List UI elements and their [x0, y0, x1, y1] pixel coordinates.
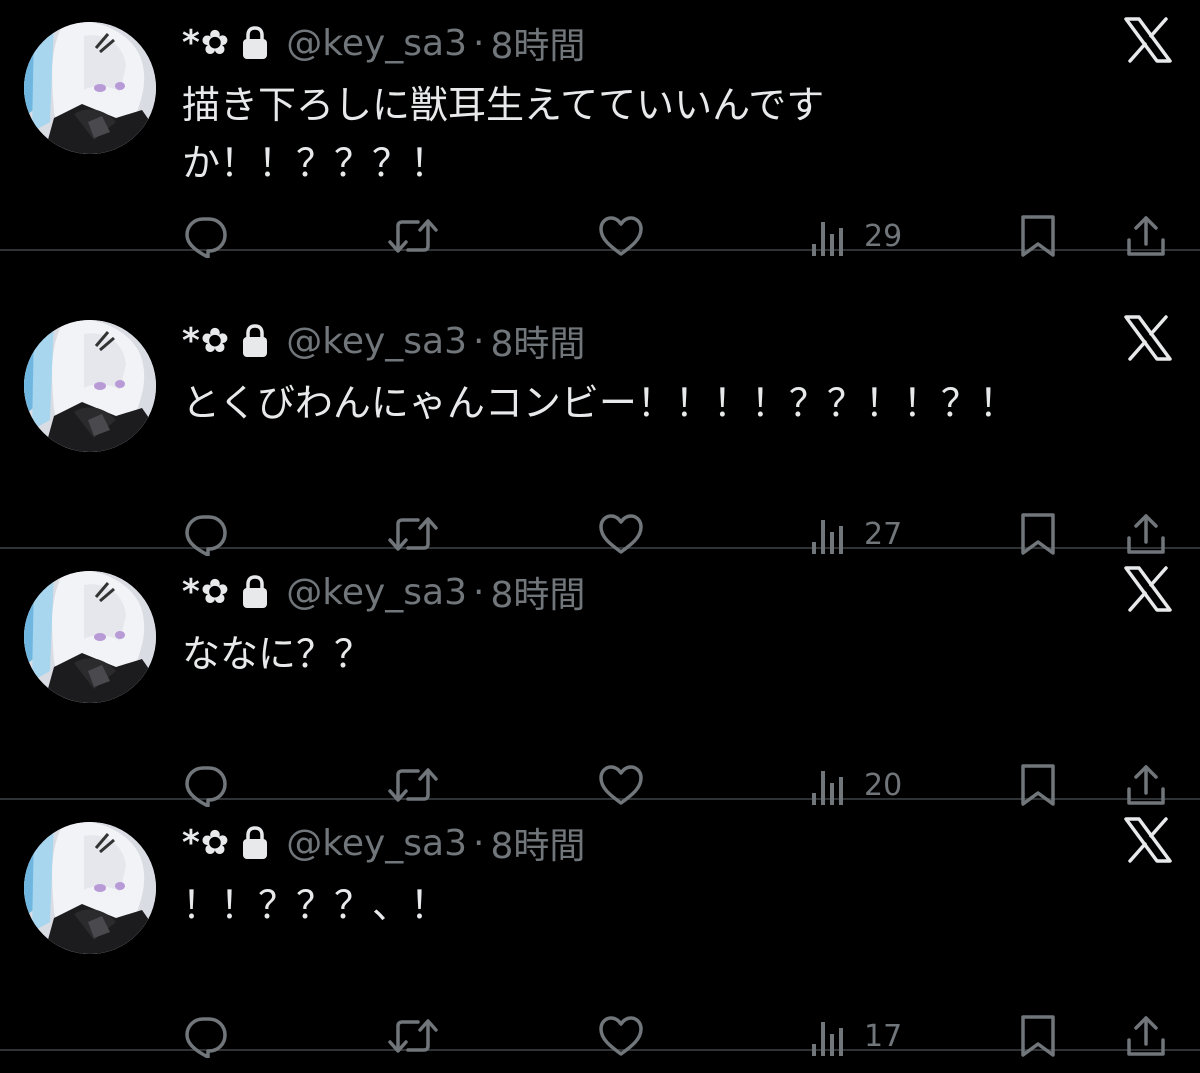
user-handle[interactable]: @key_sa3: [286, 823, 467, 864]
views-button[interactable]: 17: [810, 1010, 902, 1062]
avatar-image: [24, 22, 156, 154]
tweet[interactable]: *✿ @key_sa3 · 8時間 ななに？？ 20: [0, 549, 1200, 807]
tweet-text: 描き下ろしに獣耳生えてていいんです か！！？？？！: [182, 83, 825, 185]
reply-icon: [185, 217, 227, 258]
avatar-image: [24, 320, 156, 452]
timestamp[interactable]: 8時間: [490, 817, 585, 869]
separator-dot: ·: [473, 320, 485, 362]
views-icon: [812, 1022, 843, 1056]
user-handle[interactable]: @key_sa3: [286, 23, 467, 64]
like-button[interactable]: [598, 1010, 644, 1062]
bookmark-button[interactable]: [1018, 1010, 1058, 1062]
reply-button[interactable]: [184, 1010, 228, 1062]
bookmark-icon: [1021, 1015, 1055, 1057]
reply-button[interactable]: [184, 210, 228, 262]
timestamp[interactable]: 8時間: [490, 17, 585, 69]
bookmark-icon: [1021, 215, 1055, 257]
views-icon: [812, 222, 843, 256]
avatar[interactable]: [24, 22, 156, 154]
x-logo-icon: [1124, 816, 1172, 864]
separator-dot: ·: [473, 571, 485, 613]
user-handle[interactable]: @key_sa3: [286, 321, 467, 362]
reply-icon: [185, 1017, 227, 1058]
share-icon: [1127, 216, 1165, 256]
views-count: 17: [864, 1018, 903, 1054]
x-logo-icon: [1124, 16, 1172, 64]
avatar-image: [24, 571, 156, 703]
like-icon: [599, 1016, 643, 1056]
tweet[interactable]: *✿ @key_sa3 · 8時間 ！！？？？、！ 17: [0, 800, 1200, 1058]
display-name[interactable]: *✿: [182, 23, 230, 63]
display-name[interactable]: *✿: [182, 572, 230, 612]
avatar[interactable]: [24, 320, 156, 452]
tweet-text: ななに？？: [182, 632, 373, 676]
tweet-header: *✿ @key_sa3 · 8時間: [182, 316, 585, 366]
display-name[interactable]: *✿: [182, 823, 230, 863]
tweet-text: ！！？？？、！: [182, 883, 449, 927]
avatar-image: [24, 822, 156, 954]
retweet-button[interactable]: [388, 210, 438, 262]
display-name[interactable]: *✿: [182, 321, 230, 361]
x-logo-icon: [1124, 314, 1172, 362]
views-count: 29: [864, 218, 903, 254]
avatar[interactable]: [24, 822, 156, 954]
lock-icon: [240, 25, 270, 61]
tweet-text: とくびわんにゃんコンビー！！！！？？！！？！: [182, 381, 1017, 425]
tweet-header: *✿ @key_sa3 · 8時間: [182, 18, 585, 68]
views-count: 20: [864, 767, 903, 803]
bookmark-button[interactable]: [1018, 210, 1058, 262]
like-button[interactable]: [598, 210, 644, 262]
separator-dot: ·: [473, 22, 485, 64]
timestamp[interactable]: 8時間: [490, 566, 585, 618]
tweet[interactable]: *✿ @key_sa3 · 8時間 描き下ろしに獣耳生えてていいんです か！！？…: [0, 0, 1200, 258]
tweet-actions: 17: [0, 1010, 1200, 1062]
lock-icon: [240, 323, 270, 359]
tweet[interactable]: *✿ @key_sa3 · 8時間 とくびわんにゃんコンビー！！！！？？！！？！: [0, 298, 1200, 556]
x-logo-icon: [1124, 565, 1172, 613]
lock-icon: [240, 574, 270, 610]
share-button[interactable]: [1124, 1010, 1168, 1062]
separator-dot: ·: [473, 822, 485, 864]
share-button[interactable]: [1124, 210, 1168, 262]
share-icon: [1127, 1016, 1165, 1056]
retweet-button[interactable]: [388, 1010, 438, 1062]
retweet-icon: [388, 1019, 438, 1053]
timestamp[interactable]: 8時間: [490, 315, 585, 367]
tweet-header: *✿ @key_sa3 · 8時間: [182, 567, 585, 617]
tweet-header: *✿ @key_sa3 · 8時間: [182, 818, 585, 868]
lock-icon: [240, 825, 270, 861]
tweet-actions: 29: [0, 210, 1200, 262]
like-icon: [599, 216, 643, 256]
views-button[interactable]: 29: [810, 210, 902, 262]
retweet-icon: [388, 219, 438, 253]
avatar[interactable]: [24, 571, 156, 703]
views-count: 27: [864, 516, 903, 552]
user-handle[interactable]: @key_sa3: [286, 572, 467, 613]
